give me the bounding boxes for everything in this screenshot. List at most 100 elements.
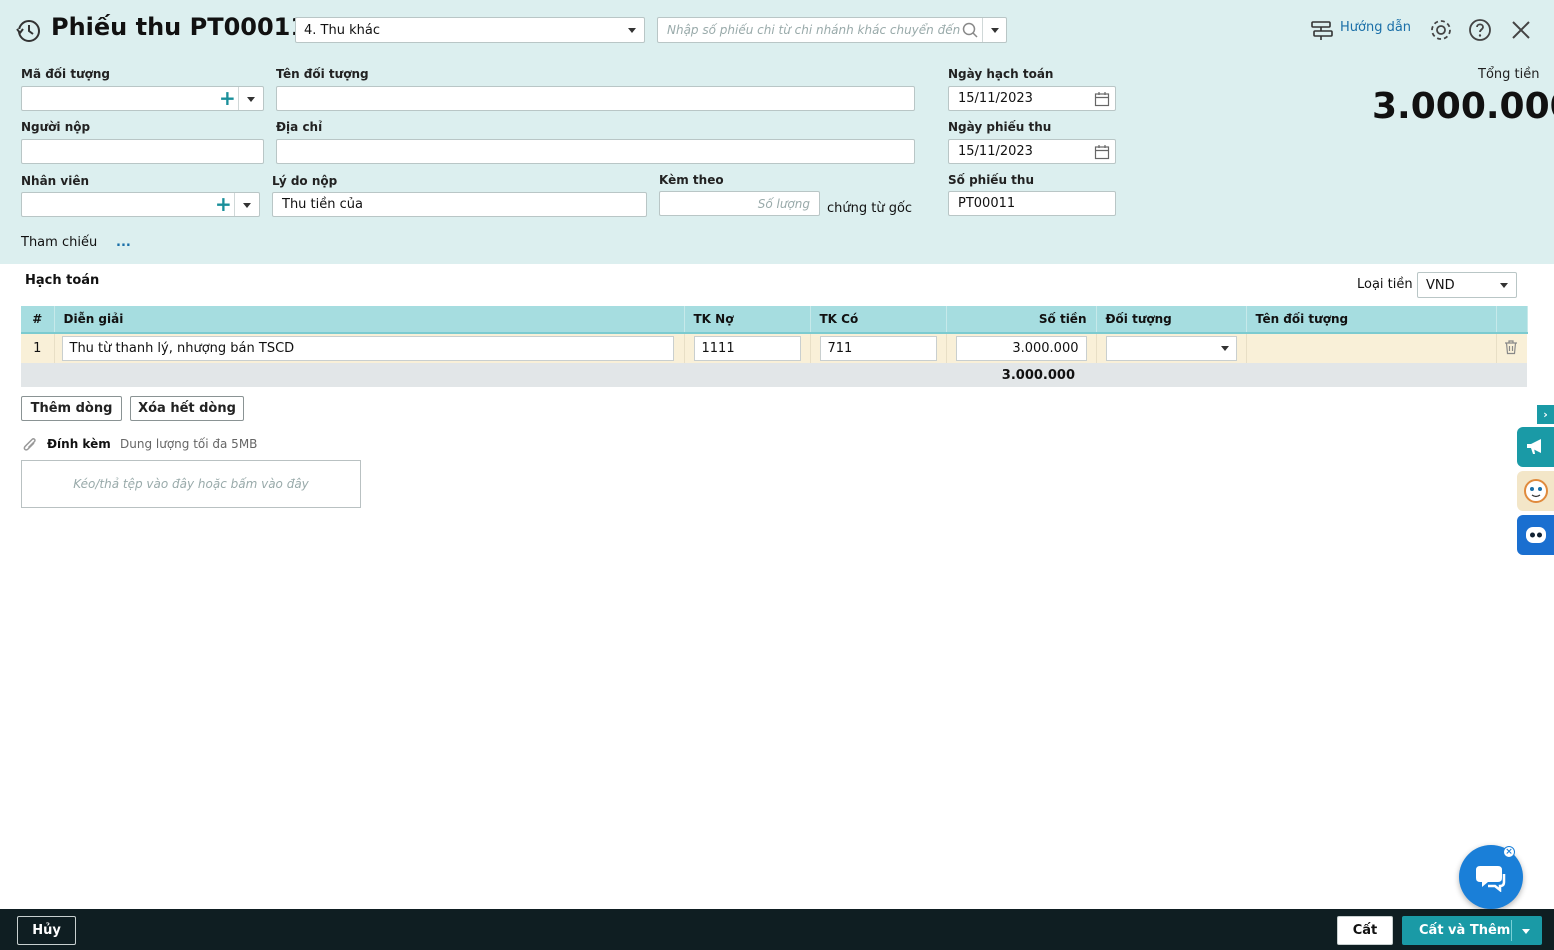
address-label: Địa chỉ: [276, 120, 323, 134]
currency-select[interactable]: VND: [1417, 272, 1517, 298]
chevron-down-icon: [1500, 282, 1508, 288]
credit-account-input[interactable]: 711: [819, 336, 937, 361]
description-input[interactable]: Thu từ thanh lý, nhượng bán TSCD: [61, 336, 674, 361]
help-icon[interactable]: [1467, 17, 1493, 43]
accounting-title: Hạch toán: [25, 273, 100, 288]
announcement-tab[interactable]: [1517, 427, 1554, 467]
attached-quantity-placeholder: Số lượng: [757, 196, 810, 211]
calendar-icon[interactable]: [1094, 91, 1110, 107]
reason-label: Lý do nộp: [272, 174, 338, 188]
branch-voucher-search-placeholder: Nhập số phiếu chi từ chi nhánh khác chuy…: [667, 23, 961, 37]
divider: [1511, 920, 1512, 941]
object-name-label: Tên đối tượng: [276, 67, 369, 81]
chevron-down-icon[interactable]: [247, 97, 255, 102]
source-docs-text: chứng từ gốc: [827, 201, 913, 216]
chat-icon: [1476, 866, 1506, 892]
object-name-cell: [1246, 333, 1497, 363]
chevron-down-icon: [1220, 346, 1229, 351]
form-header: Phiếu thu PT00011 4. Thu khác Nhập số ph…: [0, 0, 1554, 264]
col-header-index: #: [21, 306, 55, 334]
row-index: 1: [21, 333, 55, 363]
trash-icon[interactable]: [1503, 339, 1519, 355]
attachment-dropzone[interactable]: Kéo/thả tệp vào đây hoặc bấm vào đây: [21, 460, 361, 508]
col-header-object: Đối tượng: [1096, 306, 1247, 334]
amount-input[interactable]: 3.000.000: [955, 336, 1087, 361]
megaphone-icon: [1526, 439, 1541, 454]
save-and-add-label: Cất và Thêm: [1419, 923, 1511, 938]
gear-icon[interactable]: [1428, 17, 1454, 43]
reference-label: Tham chiếu: [21, 235, 98, 250]
table-header-row: # Diễn giải TK Nợ TK Có Số tiền Đối tượn…: [21, 306, 1528, 334]
attachment-label: Đính kèm: [47, 437, 111, 451]
reason-input[interactable]: Thu tiền của: [272, 192, 647, 217]
attached-quantity-input[interactable]: Số lượng: [659, 191, 820, 216]
total-label: Tổng tiền: [1478, 67, 1540, 82]
col-header-amount: Số tiền: [946, 306, 1097, 334]
receipt-date-label: Ngày phiếu thu: [948, 120, 1052, 134]
bot-icon: [1525, 527, 1546, 543]
col-header-credit-account: TK Có: [810, 306, 947, 334]
calendar-icon[interactable]: [1094, 144, 1110, 160]
payer-input[interactable]: [21, 139, 264, 164]
chevron-down-icon[interactable]: [243, 203, 251, 208]
search-icon[interactable]: [962, 22, 979, 39]
voucher-type-value: 4. Thu khác: [304, 22, 380, 38]
debit-account-input[interactable]: 1111: [693, 336, 801, 361]
guide-icon[interactable]: [1310, 19, 1334, 41]
total-value: 3.000.000: [1372, 86, 1554, 127]
chevron-down-icon[interactable]: [1522, 929, 1530, 934]
receipt-date-input[interactable]: 15/11/2023: [948, 139, 1116, 164]
divider: [234, 193, 235, 216]
employee-label: Nhân viên: [21, 174, 90, 188]
reference-more-link[interactable]: ...: [116, 235, 131, 250]
col-header-actions: [1496, 306, 1528, 334]
posting-date-input[interactable]: 15/11/2023: [948, 86, 1116, 111]
chevron-right-icon: ›: [1543, 408, 1548, 421]
add-icon[interactable]: +: [219, 88, 236, 108]
posting-date-value: 15/11/2023: [958, 91, 1033, 106]
branch-voucher-search[interactable]: Nhập số phiếu chi từ chi nhánh khác chuy…: [657, 17, 1007, 43]
add-row-button[interactable]: Thêm dòng: [21, 396, 122, 421]
chevron-down-icon[interactable]: [991, 28, 999, 33]
page-title: Phiếu thu PT00011: [51, 13, 308, 41]
add-icon[interactable]: +: [215, 194, 232, 214]
clear-rows-button[interactable]: Xóa hết dòng: [130, 396, 244, 421]
attached-label: Kèm theo: [659, 173, 724, 187]
bot-tab[interactable]: [1517, 515, 1554, 555]
posting-date-label: Ngày hạch toán: [948, 67, 1054, 81]
close-icon[interactable]: [1510, 19, 1532, 41]
guide-link[interactable]: Hướng dẫn: [1340, 20, 1411, 35]
divider: [982, 18, 983, 42]
object-name-input[interactable]: [276, 86, 915, 111]
footer-bar: Hủy Cất Cất và Thêm: [0, 909, 1554, 950]
voucher-type-select[interactable]: 4. Thu khác: [295, 17, 645, 43]
attachment-limit: Dung lượng tối đa 5MB: [120, 437, 258, 451]
side-panel-toggle[interactable]: ›: [1537, 405, 1554, 424]
assistant-tab[interactable]: [1517, 471, 1554, 511]
currency-value: VND: [1426, 277, 1455, 293]
col-header-object-name: Tên đối tượng: [1246, 306, 1497, 334]
currency-label: Loại tiền: [1357, 277, 1413, 292]
col-header-description: Diễn giải: [54, 306, 685, 334]
save-button[interactable]: Cất: [1337, 916, 1393, 945]
accounting-table: # Diễn giải TK Nợ TK Có Số tiền Đối tượn…: [21, 306, 1528, 387]
assistant-avatar-icon: [1523, 479, 1548, 503]
save-and-add-button[interactable]: Cất và Thêm: [1402, 916, 1542, 945]
attachment-drop-hint: Kéo/thả tệp vào đây hoặc bấm vào đây: [73, 477, 309, 491]
employee-input[interactable]: +: [21, 192, 260, 217]
table-sum-row: 3.000.000: [21, 363, 1527, 387]
receipt-number-label: Số phiếu thu: [948, 173, 1034, 187]
sum-amount: 3.000.000: [21, 363, 1096, 387]
cancel-button[interactable]: Hủy: [17, 916, 76, 945]
col-header-debit-account: TK Nợ: [684, 306, 811, 334]
address-input[interactable]: [276, 139, 915, 164]
receipt-date-value: 15/11/2023: [958, 144, 1033, 159]
object-select[interactable]: [1105, 336, 1237, 361]
payer-label: Người nộp: [21, 120, 91, 134]
receipt-number-input[interactable]: PT00011: [948, 191, 1116, 216]
history-icon[interactable]: [15, 17, 43, 45]
paperclip-icon: [23, 438, 36, 451]
chat-close-icon[interactable]: ×: [1503, 846, 1515, 858]
chevron-down-icon: [628, 27, 636, 33]
object-code-input[interactable]: +: [21, 86, 264, 111]
